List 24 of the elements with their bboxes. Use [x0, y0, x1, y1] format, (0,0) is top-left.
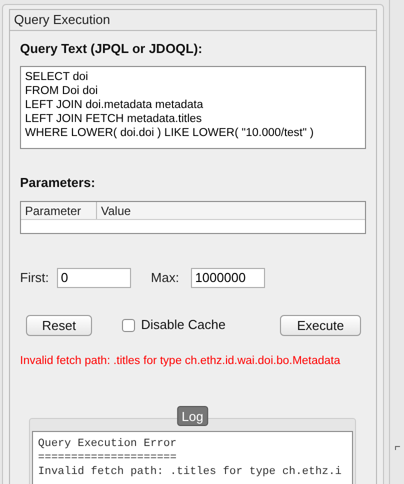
- query-line: WHERE LOWER( doi.doi ) LIKE LOWER( "10.000/test" ): [25, 126, 315, 140]
- log-line: Query Execution Error: [38, 436, 178, 451]
- reset-button[interactable]: Reset: [26, 314, 92, 336]
- log-line: Invalid fetch path: .titles for type ch.ethz.i: [38, 464, 343, 479]
- disable-cache-checkbox[interactable]: [122, 318, 135, 332]
- first-label: First:: [20, 268, 49, 287]
- first-field[interactable]: 0: [56, 268, 131, 288]
- query-line: LEFT JOIN FETCH metadata.titles: [25, 112, 203, 126]
- parameters-heading: Parameters:: [20, 174, 96, 192]
- error-message: Invalid fetch path: .titles for type ch.ethz.id.wai.doi.bo.Metadata: [20, 354, 342, 368]
- max-field[interactable]: 1000000: [191, 268, 266, 288]
- disable-cache-label: Disable Cache: [141, 316, 226, 334]
- panel-title: Query Execution: [14, 11, 110, 29]
- query-text-area[interactable]: SELECT doi FROM Doi doi LEFT JOIN doi.metadata metadata LEFT JOIN FETCH metadata.titles WHERE LOWER( doi.doi ) LIKE LOWER( "10.000/test" ): [20, 66, 366, 149]
- resize-icon: [395, 446, 400, 450]
- column-header[interactable]: Parameter: [21, 202, 97, 218]
- column-header[interactable]: Value: [97, 202, 365, 218]
- query-line: SELECT doi: [25, 70, 90, 84]
- query-line: FROM Doi doi: [25, 84, 99, 98]
- query-heading: Query Text (JPQL or JDOQL):: [20, 40, 204, 58]
- log-line: =====================: [38, 450, 178, 465]
- query-line: LEFT JOIN doi.metadata metadata: [25, 98, 204, 112]
- max-label: Max:: [150, 268, 180, 287]
- execute-button[interactable]: Execute: [280, 314, 361, 336]
